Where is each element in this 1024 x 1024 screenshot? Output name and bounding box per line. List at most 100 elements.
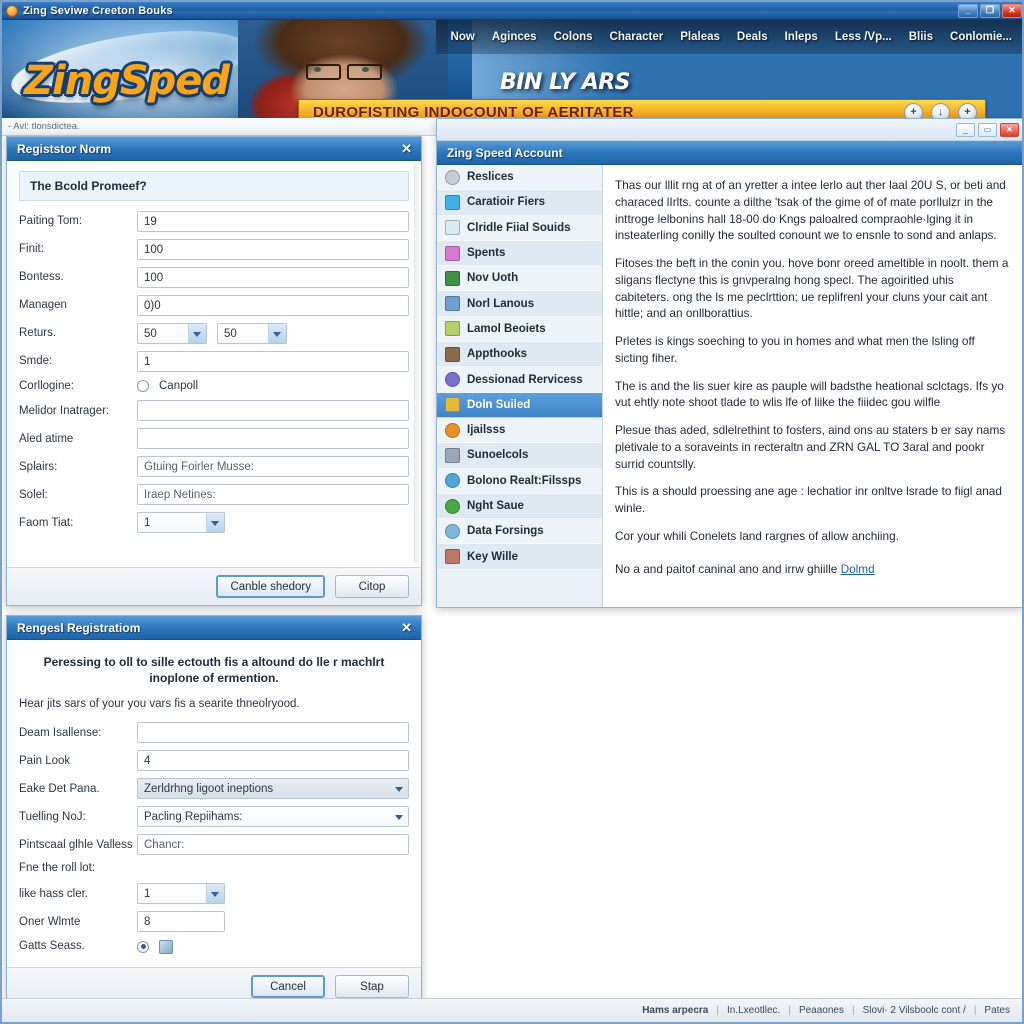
sidebar-item-bolono-realt-filssps[interactable]: Bolono Realt:Filssps [437,468,602,494]
field-input-aled-atime[interactable] [137,428,409,450]
registration-dialog-body: Peressing to oll to sille ectouth fis a … [7,640,421,967]
registration-cancel-button[interactable]: Cancel [251,975,325,998]
minimize-button[interactable]: _ [958,3,978,18]
field-input-managen[interactable] [137,295,409,316]
sidebar-item-spents[interactable]: Spents [437,240,602,267]
nav-item-2[interactable]: Colons [554,31,593,43]
sidebar-item-nght-saue[interactable]: Nght Saue [437,493,602,520]
status-item-4[interactable]: Pates [976,1005,1018,1016]
maximize-button[interactable]: ❐ [980,3,1000,18]
status-item-2[interactable]: Peaaones [791,1005,852,1016]
sidebar-item-reslices[interactable]: Reslices [437,165,602,191]
sidebar-item-data-forsings[interactable]: Data Forsings [437,519,602,545]
field-input-melidor-inatrager[interactable] [137,400,409,422]
sidebar-item-label: Doln Suiled [467,398,531,411]
field-label-bontess: Bontess. [19,271,64,284]
bag-icon [445,245,460,261]
nav-item-0[interactable]: Now [451,31,475,43]
account-restore-button[interactable]: ▭ [978,122,997,137]
sidebar-item-key-wille[interactable]: Key Wille [437,544,602,570]
sidebar-item-label: Dessionad Rervicess [467,373,583,386]
register-dialog-footer: Canble shedory Citop [7,567,421,605]
account-footer-text: No a and paitof caninal ano and irrw ghi… [615,561,841,576]
field-row-smde: Smde: [19,351,409,372]
register-dialog-close-icon[interactable]: ✕ [398,142,415,155]
sidebar-item-label: Sunoelcols [467,449,529,462]
character-eye-right [362,67,369,72]
field-label-faom-tiat: Faom Tiat: [19,516,74,529]
application-window: Zing Seviwe Creeton Bouks _ ❐ ✕ ZingSped… [0,0,1024,1024]
account-window: _ ▭ ✕ Zing Speed Account Reslices Carati… [436,118,1022,608]
field-select-tuelling-noj[interactable]: Pacling Repiihams: [137,806,409,828]
register-cancel-button[interactable]: Citop [335,575,409,598]
sidebar-item-norl-lanous[interactable]: Norl Lanous [437,291,602,317]
sidebar-item-nov-uoth[interactable]: Nov Uoth [437,266,602,292]
field-row-managen: Managen [19,295,409,316]
nav-item-9[interactable]: Conlomie... [950,31,1012,43]
account-paragraph-5: Plesue thas aded, sdlelrethint to foster… [615,423,1006,471]
close-button[interactable]: ✕ [1002,3,1022,18]
field-input-finit[interactable] [137,239,409,260]
account-sidebar: Reslices Caratioir Fiers Clridle Fiial S… [437,165,603,607]
attachment-icon[interactable] [159,939,173,954]
field-select-returs-max[interactable]: 50 [217,323,287,344]
nav-item-5[interactable]: Deals [737,31,768,43]
field-select-like-hass-cler[interactable]: 1 [137,883,225,905]
field-input-solel[interactable] [137,484,409,506]
ticker-down-icon[interactable]: ↓ [931,102,950,118]
register-dialog-scrollbar[interactable] [414,165,419,563]
ticker-next-icon[interactable]: + [958,102,977,118]
field-row-solel: Solel: [19,484,409,506]
nav-item-6[interactable]: Inleps [785,31,818,43]
field-label-melidor-inatrager: Melidor Inatrager: [19,404,110,417]
sidebar-item-label: Bolono Realt:Filssps [467,474,582,487]
sidebar-item-dessionad-rervicess[interactable]: Dessionad Rervicess [437,367,602,393]
sidebar-item-clridle-fiial-souids[interactable]: Clridle Fiial Souids [437,215,602,241]
sidebar-item-lamol-beoiets[interactable]: Lamol Beoiets [437,316,602,343]
account-close-button[interactable]: ✕ [1000,122,1019,137]
ticker-prev-icon[interactable]: + [904,102,923,118]
field-row-splairs: Splairs: [19,456,409,478]
sidebar-item-sunoelcols[interactable]: Sunoelcols [437,443,602,469]
field-select-returs-min-value: 50 [144,327,157,340]
registration-dialog-close-icon[interactable]: ✕ [398,621,415,634]
sidebar-item-caratioir-fiers[interactable]: Caratioir Fiers [437,190,602,216]
sidebar-item-label: Clridle Fiial Souids [467,221,571,234]
status-item-0[interactable]: Hams arpecra [634,1005,716,1016]
sidebar-item-doln-suiled[interactable]: Doln Suiled [437,392,602,418]
nav-item-3[interactable]: Character [610,31,664,43]
field-input-deam-isallense[interactable] [137,722,409,744]
registration-dialog: Rengesl Registratiom ✕ Peressing to oll … [6,615,422,1006]
field-select-faom-tiat[interactable]: 1 [137,512,225,534]
brand-logo[interactable]: ZingSped [24,58,230,104]
field-label-solel: Solel: [19,488,48,501]
nav-item-4[interactable]: Plaleas [680,31,720,43]
register-submit-button[interactable]: Canble shedory [216,575,325,598]
account-minimize-button[interactable]: _ [956,122,975,137]
field-select-returs-min[interactable]: 50 [137,323,207,344]
field-input-splairs[interactable] [137,456,409,478]
nav-item-1[interactable]: Aginces [492,31,537,43]
field-input-pintscaal-valless[interactable] [137,834,409,856]
nav-item-8[interactable]: Bliis [909,31,933,43]
account-footer-link[interactable]: Dolmd [841,562,875,576]
radio-canpoll[interactable] [137,380,149,393]
nav-item-7[interactable]: Less /Vp... [835,31,892,43]
chevron-down-icon [206,513,224,533]
registration-submit-button[interactable]: Stap [335,975,409,998]
field-label-pain-look: Pain Look [19,754,71,767]
field-input-smde[interactable] [137,351,409,372]
status-item-1[interactable]: In.Lxeotllec. [719,1005,788,1016]
status-item-3[interactable]: Slovi· 2 Vilsboolc cont / [855,1005,974,1016]
field-input-pain-look[interactable] [137,750,409,772]
radio-canpoll-label: Canpoll [159,380,198,393]
sidebar-item-ijailsss[interactable]: Ijailsss [437,417,602,444]
registration-subnote: Hear jits sars of your you vars fis a se… [19,698,300,711]
sidebar-item-appthooks[interactable]: Appthooks [437,342,602,368]
tools-icon [445,447,460,463]
radio-gatts-seass[interactable] [137,940,149,953]
field-select-eake-det-pana[interactable]: Zerldrhng ligoot ineptions [137,778,409,800]
field-input-paiting-tom[interactable] [137,211,409,232]
field-input-bontess[interactable] [137,267,409,288]
field-input-oner-wlmte[interactable] [137,911,225,933]
